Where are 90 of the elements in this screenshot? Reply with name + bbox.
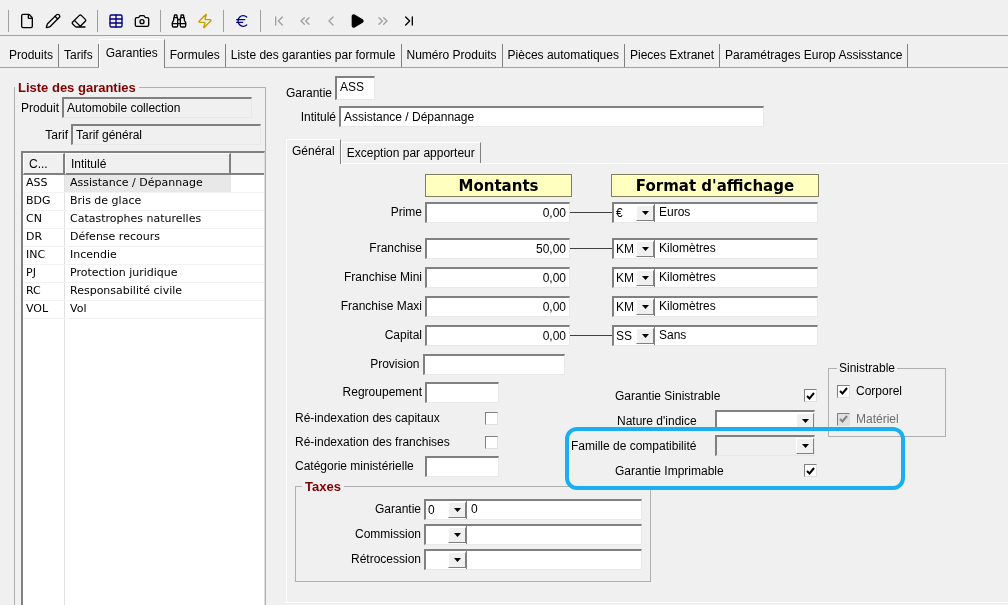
caret-icon <box>641 210 649 215</box>
checkbox[interactable] <box>485 435 498 449</box>
field-label: Rétrocession <box>349 552 422 566</box>
caret-icon <box>453 507 461 512</box>
field-label: Nature d'indice <box>616 413 698 428</box>
dropdown-button[interactable] <box>636 298 654 315</box>
column-header[interactable]: C... <box>23 153 65 175</box>
table-cell[interactable]: Protection juridique <box>65 265 231 282</box>
field-label: Famille de compatibilité <box>570 438 698 453</box>
field-label: Commission <box>354 527 422 541</box>
input-field[interactable]: 0,00 <box>425 324 570 346</box>
table-cell[interactable]: BDG <box>23 193 65 210</box>
table-cell[interactable]: CN <box>23 211 65 228</box>
caret-icon <box>453 557 461 562</box>
caret-icon <box>801 419 809 423</box>
field-label: Capital <box>383 328 423 342</box>
checkbox-label: Garantie Sinistrable <box>614 388 722 403</box>
field-label: Franchise Mini <box>342 270 423 284</box>
dropdown-button[interactable] <box>636 327 654 344</box>
input-field[interactable]: ASS <box>335 76 376 100</box>
field-label: Franchise <box>368 241 423 255</box>
caret-icon <box>801 444 809 448</box>
dropdown[interactable]: KM Kilomètres <box>612 237 818 259</box>
dropdown-button[interactable] <box>448 501 466 518</box>
input-field[interactable] <box>425 455 499 477</box>
column-header: Montants <box>425 174 572 197</box>
field-label: Catégorie ministérielle <box>294 459 415 473</box>
field-label: Produit <box>21 100 61 115</box>
table-cell[interactable]: Bris de glace <box>65 193 231 210</box>
input-field[interactable]: Tarif général <box>71 124 261 145</box>
checkbox-label: Ré-indexation des capitaux <box>294 411 441 425</box>
checkbox-label: Corporel <box>856 384 904 398</box>
table-cell[interactable]: RC <box>23 283 65 300</box>
field-label: Franchise Maxi <box>339 299 423 313</box>
checkbox-label: Ré-indexation des franchises <box>294 435 451 449</box>
caret-icon <box>641 246 649 251</box>
group-title: Sinistrable <box>838 361 897 375</box>
dropdown[interactable] <box>424 523 642 545</box>
checkbox-label: Matériel <box>856 412 900 426</box>
input-field[interactable] <box>425 381 499 403</box>
input-field[interactable]: 0,00 <box>425 201 570 223</box>
checkbox-label: Garantie Imprimable <box>614 463 725 478</box>
input-field[interactable]: Assistance / Dépannage <box>339 106 764 127</box>
dropdown-button[interactable] <box>636 240 654 257</box>
dropdown-button[interactable] <box>448 551 466 568</box>
dropdown-button[interactable] <box>636 204 654 221</box>
input-field[interactable]: 0,00 <box>425 295 570 317</box>
field-label: Regroupement <box>341 385 423 399</box>
tab[interactable]: Général <box>286 139 341 164</box>
tab[interactable]: Garanties <box>98 39 165 68</box>
input-field[interactable]: 50,00 <box>425 237 570 259</box>
dropdown[interactable] <box>424 548 642 570</box>
table-cell[interactable]: Incendie <box>65 247 231 264</box>
group-title: Liste des garanties <box>17 80 137 95</box>
table-cell[interactable]: INC <box>23 247 65 264</box>
table-cell[interactable]: PJ <box>23 265 65 282</box>
checkbox[interactable] <box>804 464 817 477</box>
table-cell[interactable]: Vol <box>65 301 231 318</box>
input-field[interactable] <box>422 353 565 375</box>
caret-icon <box>641 333 649 338</box>
input-field[interactable]: 0,00 <box>425 266 570 288</box>
input-field[interactable]: Automobile collection <box>62 97 253 118</box>
field-label: Intitulé <box>299 109 337 124</box>
dropdown-button[interactable] <box>636 269 654 286</box>
table-cell[interactable]: Assistance / Dépannage <box>65 175 231 192</box>
column-header: Format d'affichage <box>611 174 819 197</box>
field-label: Prime <box>389 205 423 219</box>
field-label: Tarif <box>44 127 69 142</box>
checkbox[interactable] <box>837 384 850 398</box>
checkbox[interactable] <box>485 411 498 425</box>
table-cell[interactable]: Défense recours <box>65 229 231 246</box>
checkbox[interactable] <box>804 389 817 402</box>
field-label: Garantie <box>373 502 422 516</box>
dropdown[interactable]: € Euros <box>612 201 818 223</box>
table-cell[interactable]: Catastrophes naturelles <box>65 211 231 228</box>
field-label: Garantie <box>286 86 334 100</box>
caret-icon <box>641 304 649 309</box>
tab[interactable]: Exception par apporteur <box>340 142 481 163</box>
dropdown[interactable]: SS Sans <box>612 324 818 346</box>
caret-icon <box>641 275 649 280</box>
table-cell[interactable]: VOL <box>23 301 65 318</box>
dropdown[interactable]: KM Kilomètres <box>612 266 818 288</box>
group-title: Taxes <box>304 479 342 494</box>
caret-icon <box>453 532 461 537</box>
table-cell[interactable]: DR <box>23 229 65 246</box>
dropdown[interactable]: KM Kilomètres <box>612 295 818 317</box>
table-cell[interactable]: Responsabilité civile <box>65 283 231 300</box>
field-label: Provision <box>369 357 421 371</box>
dropdown[interactable]: 0 0 <box>424 498 642 520</box>
dropdown-button[interactable] <box>448 526 466 543</box>
